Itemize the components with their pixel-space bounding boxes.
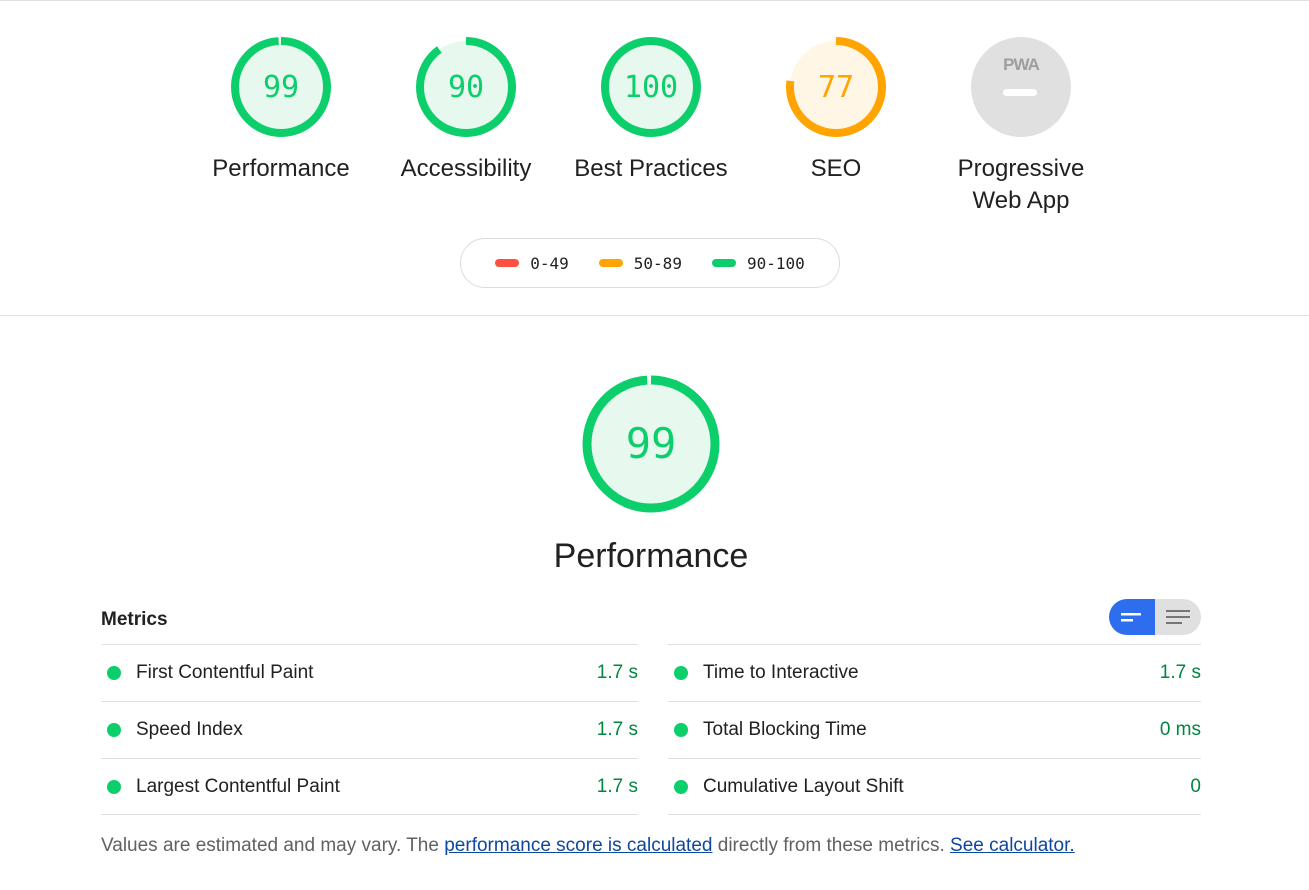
- gauge-label: Progressive Web App: [926, 153, 1116, 217]
- metric-value: 1.7 s: [596, 719, 638, 740]
- legend-swatch: [598, 259, 623, 267]
- legend-range: 0-49: [530, 253, 569, 273]
- metric-name: Cumulative Layout Shift: [703, 775, 904, 797]
- gauge-accessibility[interactable]: 90 Accessibility: [371, 35, 561, 185]
- pass-status-icon: [107, 666, 121, 680]
- bar-view-button[interactable]: [1109, 599, 1155, 635]
- performance-title: Performance: [553, 537, 749, 575]
- gauge-score: 77: [818, 70, 854, 105]
- gauge-score: 99: [263, 70, 299, 105]
- metrics-column-left: First Contentful Paint 1.7 s Speed Index…: [101, 644, 638, 815]
- gauge-score: 100: [624, 70, 678, 105]
- gauge-ring: 99: [231, 37, 331, 137]
- footnote-text: Values are estimated and may vary. The: [101, 835, 445, 856]
- gauge-ring: 77: [786, 37, 886, 137]
- metric-name: Time to Interactive: [703, 662, 859, 683]
- metric-value: 1.7 s: [596, 775, 638, 797]
- gauge-performance[interactable]: 99 Performance: [186, 35, 376, 185]
- pass-status-icon: [107, 723, 121, 737]
- gauge-label-line1: Progressive: [957, 155, 1085, 182]
- gauge-ring: 99: [582, 375, 720, 513]
- gauge-ring: 90: [416, 37, 516, 137]
- pass-status-icon: [674, 723, 688, 737]
- performance-gauge: 99: [555, 372, 747, 521]
- metric-name: Largest Contentful Paint: [136, 775, 340, 797]
- list-view-button[interactable]: [1155, 599, 1201, 635]
- gauge-seo[interactable]: 77 SEO: [741, 35, 931, 185]
- list-view-icon: [1166, 610, 1190, 624]
- pass-status-icon: [107, 779, 121, 794]
- metric-cumulative-layout-shift: Cumulative Layout Shift 0: [668, 758, 1201, 815]
- metric-value: 0: [1190, 775, 1201, 797]
- metric-value: 0 ms: [1159, 719, 1201, 740]
- metric-name: Total Blocking Time: [703, 719, 867, 740]
- pass-status-icon: [674, 666, 688, 680]
- metrics-column-right: Time to Interactive 1.7 s Total Blocking…: [668, 644, 1201, 815]
- metrics-view-toggle[interactable]: [1109, 599, 1201, 635]
- metric-total-blocking-time: Total Blocking Time 0 ms: [668, 701, 1201, 758]
- metric-speed-index: Speed Index 1.7 s: [101, 701, 638, 758]
- gauge-label: Accessibility: [400, 155, 532, 182]
- gauge-best-practices[interactable]: 100 Best Practices: [556, 35, 746, 185]
- gauge-score: 90: [448, 70, 484, 105]
- gauge-label: Performance: [212, 155, 350, 182]
- metric-time-to-interactive: Time to Interactive 1.7 s: [668, 644, 1201, 701]
- metric-value: 1.7 s: [596, 662, 638, 683]
- calculator-link[interactable]: See calculator.: [950, 835, 1075, 856]
- gauge-label: SEO: [810, 155, 862, 182]
- metric-value: 1.7 s: [1159, 662, 1201, 683]
- legend-item-pass: 90-100: [711, 253, 805, 273]
- gauge-label-line2: Web App: [972, 187, 1070, 214]
- legend-swatch: [711, 259, 736, 267]
- metrics-title: Metrics: [101, 609, 168, 630]
- gauge-ring: 100: [601, 37, 701, 137]
- section-divider: [0, 315, 1309, 316]
- bar-view-icon: [1121, 613, 1141, 622]
- metrics-footnote: Values are estimated and may vary. The p…: [101, 832, 1251, 860]
- performance-score: 99: [626, 419, 677, 468]
- legend-item-average: 50-89: [598, 253, 682, 273]
- gauge-label: Best Practices: [574, 155, 728, 182]
- pwa-badge-text: PWA: [1003, 55, 1039, 74]
- metrics-header: Metrics: [101, 599, 1201, 645]
- gauge-pwa[interactable]: PWA Progressive Web App: [926, 35, 1116, 217]
- score-calculation-link[interactable]: performance score is calculated: [444, 835, 712, 856]
- legend-range: 90-100: [746, 253, 805, 273]
- legend-range: 50-89: [633, 253, 682, 273]
- metric-name: Speed Index: [136, 719, 243, 740]
- score-legend: 0-49 50-89 90-100: [460, 238, 840, 288]
- metric-first-contentful-paint: First Contentful Paint 1.7 s: [101, 644, 638, 701]
- pass-status-icon: [674, 779, 688, 794]
- pwa-badge-icon: PWA: [971, 37, 1071, 137]
- legend-swatch: [495, 259, 520, 267]
- metric-name: First Contentful Paint: [136, 662, 314, 683]
- metric-largest-contentful-paint: Largest Contentful Paint 1.7 s: [101, 758, 638, 815]
- category-gauges: 99 Performance 90 Accessibility 100 Best…: [0, 0, 1309, 316]
- footnote-text: directly from these metrics.: [712, 835, 951, 856]
- legend-item-fail: 0-49: [495, 254, 569, 273]
